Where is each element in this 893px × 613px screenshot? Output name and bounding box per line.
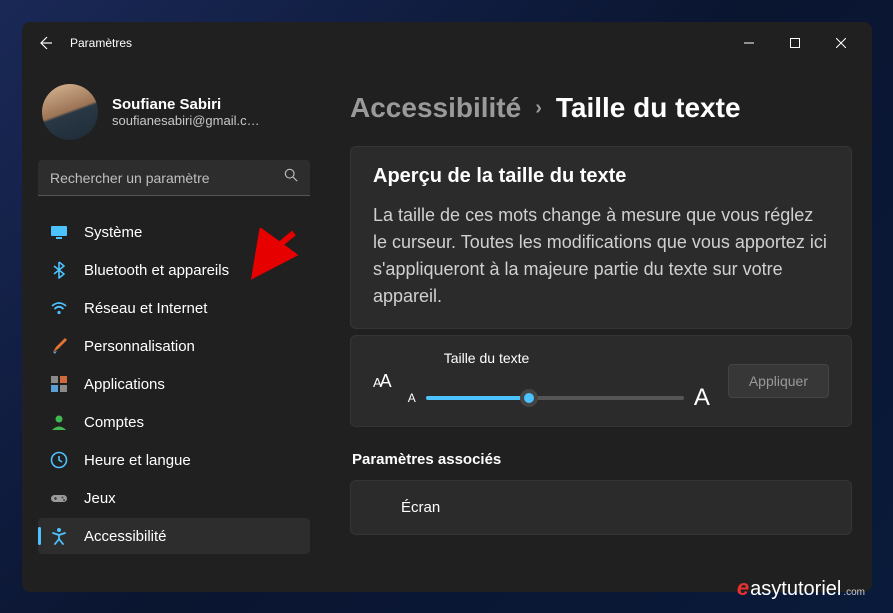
preview-heading: Aperçu de la taille du texte: [373, 165, 829, 188]
sidebar-item-apps[interactable]: Applications: [38, 366, 310, 402]
sidebar-item-network[interactable]: Réseau et Internet: [38, 290, 310, 326]
minimize-button[interactable]: [726, 27, 772, 59]
maximize-icon: [790, 38, 800, 48]
sidebar-item-label: Comptes: [84, 414, 144, 431]
window-title: Paramètres: [70, 36, 132, 50]
sidebar-item-bluetooth[interactable]: Bluetooth et appareils: [38, 252, 310, 288]
sidebar-item-gaming[interactable]: Jeux: [38, 480, 310, 516]
profile-text: Soufiane Sabiri soufianesabiri@gmail.c…: [112, 96, 260, 128]
wifi-icon: [50, 299, 68, 317]
slider-fill: [426, 396, 529, 400]
titlebar: Paramètres: [22, 22, 872, 64]
watermark-text: asytutoriel: [750, 578, 841, 601]
slider-block: Taille du texte A A: [408, 350, 710, 412]
slider-row: A A: [408, 384, 710, 412]
minimize-icon: [744, 38, 754, 48]
slider-thumb[interactable]: [520, 389, 538, 407]
window-controls: [726, 27, 864, 59]
related-heading: Paramètres associés: [352, 451, 852, 468]
related-item-display[interactable]: Écran: [350, 480, 852, 535]
avatar: [42, 84, 98, 140]
settings-window: Paramètres Soufiane Sabiri soufianesabir…: [22, 22, 872, 592]
sidebar-item-system[interactable]: Système: [38, 214, 310, 250]
sidebar-item-time[interactable]: Heure et langue: [38, 442, 310, 478]
watermark-prefix: e: [737, 575, 749, 601]
clock-icon: [50, 451, 68, 469]
search-box[interactable]: [38, 160, 310, 196]
search-icon: [284, 168, 298, 187]
preview-card: Aperçu de la taille du texte La taille d…: [350, 146, 852, 329]
apply-button[interactable]: Appliquer: [728, 364, 829, 398]
brush-icon: [50, 337, 68, 355]
back-button[interactable]: [30, 28, 60, 58]
sidebar-item-label: Réseau et Internet: [84, 300, 207, 317]
sidebar-item-label: Jeux: [84, 490, 116, 507]
bluetooth-icon: [50, 261, 68, 279]
watermark: e asytutoriel .com: [737, 575, 865, 601]
sidebar-item-label: Heure et langue: [84, 452, 191, 469]
watermark-suffix: .com: [843, 587, 865, 598]
close-button[interactable]: [818, 27, 864, 59]
text-size-card: AA Taille du texte A A Appliquer: [350, 335, 852, 427]
slider-label: Taille du texte: [444, 350, 710, 366]
sidebar-item-accounts[interactable]: Comptes: [38, 404, 310, 440]
sidebar: Soufiane Sabiri soufianesabiri@gmail.c… …: [22, 64, 322, 592]
slider-max-label: A: [694, 384, 710, 412]
sidebar-item-label: Personnalisation: [84, 338, 195, 355]
profile-email: soufianesabiri@gmail.c…: [112, 113, 260, 128]
monitor-icon: [50, 223, 68, 241]
arrow-left-icon: [37, 35, 53, 51]
apps-icon: [50, 375, 68, 393]
breadcrumb-current: Taille du texte: [556, 92, 741, 124]
breadcrumb-parent[interactable]: Accessibilité: [350, 92, 521, 124]
sidebar-item-label: Bluetooth et appareils: [84, 262, 229, 279]
body: Soufiane Sabiri soufianesabiri@gmail.c… …: [22, 64, 872, 592]
gamepad-icon: [50, 489, 68, 507]
sidebar-item-label: Applications: [84, 376, 165, 393]
sidebar-item-accessibility[interactable]: Accessibilité: [38, 518, 310, 554]
search-input[interactable]: [50, 170, 284, 186]
preview-text: La taille de ces mots change à mesure qu…: [373, 202, 829, 310]
close-icon: [836, 38, 846, 48]
chevron-right-icon: ›: [535, 97, 542, 120]
profile-block[interactable]: Soufiane Sabiri soufianesabiri@gmail.c…: [38, 70, 310, 160]
person-icon: [50, 413, 68, 431]
maximize-button[interactable]: [772, 27, 818, 59]
sidebar-item-label: Accessibilité: [84, 528, 167, 545]
profile-name: Soufiane Sabiri: [112, 96, 260, 113]
accessibility-icon: [50, 527, 68, 545]
breadcrumb: Accessibilité › Taille du texte: [350, 92, 852, 124]
slider-min-label: A: [408, 391, 416, 405]
text-size-slider[interactable]: [426, 396, 684, 400]
sidebar-item-label: Système: [84, 224, 142, 241]
text-size-icon: AA: [373, 371, 390, 392]
sidebar-item-personalization[interactable]: Personnalisation: [38, 328, 310, 364]
main-content: Accessibilité › Taille du texte Aperçu d…: [322, 64, 872, 592]
nav-list: Système Bluetooth et appareils Réseau et I…: [38, 214, 310, 554]
